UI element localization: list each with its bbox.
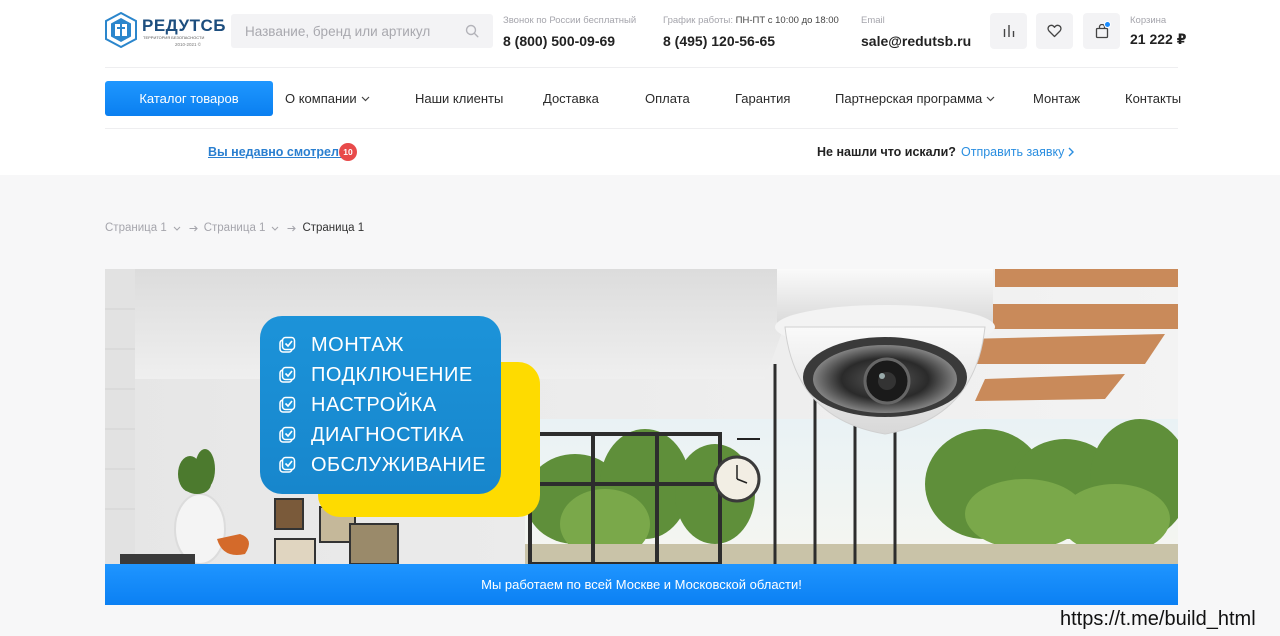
recently-viewed-link[interactable]: Вы недавно смотрели <box>208 145 347 160</box>
header-divider-top <box>105 67 1178 68</box>
chevron-down-icon[interactable] <box>173 226 181 231</box>
logo-emblem-icon <box>105 12 137 48</box>
cart-indicator-dot <box>1104 21 1111 28</box>
search-icon[interactable] <box>465 24 479 38</box>
free-phone-label: Звонок по России бесплатный <box>503 15 637 26</box>
search-box <box>231 14 493 48</box>
not-found-text: Не нашли что искали? <box>817 145 956 159</box>
compare-button[interactable] <box>990 13 1027 49</box>
service-item: НАСТРОЙКА <box>278 390 501 420</box>
promo-banner[interactable]: МОНТАЖ ПОДКЛЮЧЕНИЕ НАСТРОЙКА ДИАГНОСТИКА… <box>105 269 1178 605</box>
email-address[interactable]: sale@redutsb.ru <box>861 33 971 49</box>
watermark-text: https://t.me/build_html <box>1060 608 1256 630</box>
service-label: ПОДКЛЮЧЕНИЕ <box>311 364 473 386</box>
send-request-label: Отправить заявку <box>961 145 1065 159</box>
heart-icon <box>1047 24 1062 38</box>
compare-icon <box>1003 25 1014 37</box>
moscow-phone-number[interactable]: 8 (495) 120-56-65 <box>663 33 839 49</box>
nav-delivery[interactable]: Доставка <box>543 91 599 106</box>
schedule-line: График работы: ПН-ПТ с 10:00 до 18:00 <box>663 15 839 27</box>
nav-warranty[interactable]: Гарантия <box>735 91 790 106</box>
email-label: Email <box>861 15 885 26</box>
checkbox-checked-icon <box>279 426 296 443</box>
schedule-value: ПН-ПТ с 10:00 до 18:00 <box>735 15 839 26</box>
service-label: ДИАГНОСТИКА <box>311 424 464 446</box>
logo-tagline: ТЕРРИТОРИЯ БЕЗОПАСНОСТИ <box>143 35 205 40</box>
free-phone-block: Звонок по России бесплатный 8 (800) 500-… <box>503 15 636 49</box>
checkbox-checked-icon <box>279 456 296 473</box>
banner-strip-text: Мы работаем по всей Москве и Московской … <box>105 564 1178 605</box>
nav-payment[interactable]: Оплата <box>645 91 690 106</box>
schedule-block: График работы: ПН-ПТ с 10:00 до 18:00 8 … <box>663 15 839 49</box>
send-request-link[interactable]: Отправить заявку <box>961 145 1075 160</box>
arrow-right-icon <box>189 225 198 232</box>
arrow-right-icon <box>287 225 297 232</box>
chevron-down-icon <box>361 96 370 102</box>
chevron-down-icon <box>986 96 995 102</box>
chevron-down-icon[interactable] <box>271 226 279 231</box>
breadcrumb-current: Страница 1 <box>302 222 365 234</box>
breadcrumb-separator <box>271 225 297 232</box>
free-phone-number[interactable]: 8 (800) 500-09-69 <box>503 33 636 49</box>
schedule-label: График работы: <box>663 15 733 26</box>
logo-years: 2010-2021 © <box>175 42 202 47</box>
breadcrumb-item-1[interactable]: Страница 1 <box>105 222 167 235</box>
service-label: НАСТРОЙКА <box>311 394 437 416</box>
chevron-right-icon <box>1068 147 1075 157</box>
service-item: ДИАГНОСТИКА <box>278 420 501 450</box>
nav-our-clients[interactable]: Наши клиенты <box>415 91 503 106</box>
cart-button[interactable] <box>1083 13 1120 49</box>
recently-viewed-count-badge: 10 <box>339 143 357 161</box>
cart-label: Корзина <box>1130 15 1167 26</box>
service-label: МОНТАЖ <box>311 334 405 356</box>
checkbox-checked-icon <box>279 366 296 383</box>
email-block: Email sale@redutsb.ru <box>861 15 971 49</box>
favorites-button[interactable] <box>1036 13 1073 49</box>
services-card: МОНТАЖ ПОДКЛЮЧЕНИЕ НАСТРОЙКА ДИАГНОСТИКА… <box>260 316 501 494</box>
site-logo[interactable]: РЕДУТСБ ТЕРРИТОРИЯ БЕЗОПАСНОСТИ 2010-202… <box>105 12 225 50</box>
service-item: ОБСЛУЖИВАНИЕ <box>278 450 501 480</box>
breadcrumb-item-2[interactable]: Страница 1 <box>204 222 266 235</box>
breadcrumb-separator <box>173 225 198 232</box>
service-label: ОБСЛУЖИВАНИЕ <box>311 454 487 476</box>
service-item: МОНТАЖ <box>278 330 501 360</box>
site-header: РЕДУТСБ ТЕРРИТОРИЯ БЕЗОПАСНОСТИ 2010-202… <box>0 0 1280 175</box>
nav-partner-program[interactable]: Партнерская программа <box>835 91 995 106</box>
header-divider-bottom <box>105 128 1178 129</box>
service-item: ПОДКЛЮЧЕНИЕ <box>278 360 501 390</box>
nav-contacts[interactable]: Контакты <box>1125 91 1181 106</box>
nav-about-company[interactable]: О компании <box>285 91 370 106</box>
search-input[interactable] <box>231 14 451 48</box>
catalog-button[interactable]: Каталог товаров <box>105 81 273 116</box>
nav-partner-label: Партнерская программа <box>835 91 983 106</box>
breadcrumb: Страница 1 Страница 1 Страница 1 <box>105 222 364 235</box>
nav-about-label: О компании <box>285 91 357 106</box>
checkbox-checked-icon <box>279 396 296 413</box>
cart-total[interactable]: 21 222 ₽ <box>1130 31 1186 47</box>
checkbox-checked-icon <box>279 336 296 353</box>
nav-installation[interactable]: Монтаж <box>1033 91 1080 106</box>
logo-name: РЕДУТСБ <box>142 16 226 35</box>
